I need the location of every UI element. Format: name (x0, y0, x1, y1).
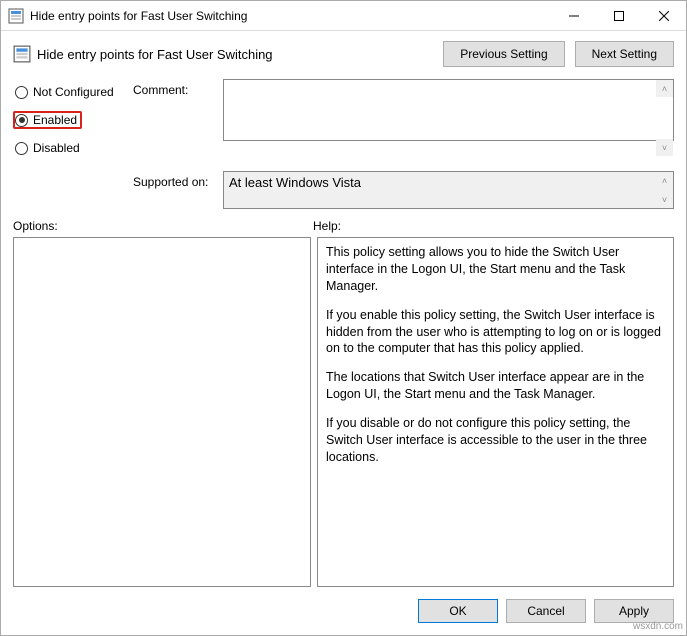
help-text: If you disable or do not configure this … (326, 415, 665, 466)
dialog-window: Hide entry points for Fast User Switchin… (0, 0, 687, 636)
radio-icon (15, 86, 28, 99)
titlebar-text: Hide entry points for Fast User Switchin… (30, 9, 551, 23)
radio-label: Disabled (33, 141, 80, 155)
help-text: The locations that Switch User interface… (326, 369, 665, 403)
help-label: Help: (313, 219, 341, 233)
header-row: Hide entry points for Fast User Switchin… (13, 41, 674, 67)
radio-label: Enabled (33, 113, 77, 127)
supported-on-field: At least Windows Vista (223, 171, 674, 209)
help-text: If you enable this policy setting, the S… (326, 307, 665, 358)
window-controls (551, 1, 686, 30)
previous-setting-button[interactable]: Previous Setting (443, 41, 564, 67)
help-panel: This policy setting allows you to hide t… (317, 237, 674, 587)
minimize-button[interactable] (551, 1, 596, 30)
maximize-button[interactable] (596, 1, 641, 30)
radio-icon (15, 114, 28, 127)
radio-not-configured[interactable]: Not Configured (13, 83, 133, 101)
watermark: wsxdn.com (633, 621, 683, 632)
app-icon (8, 8, 24, 24)
next-setting-button[interactable]: Next Setting (575, 41, 674, 67)
supported-on-value: At least Windows Vista (229, 175, 361, 190)
help-text: This policy setting allows you to hide t… (326, 244, 665, 295)
cancel-button[interactable]: Cancel (506, 599, 586, 623)
options-panel (13, 237, 311, 587)
scrollbar[interactable]: ˄ ˅ (656, 80, 673, 156)
ok-button[interactable]: OK (418, 599, 498, 623)
policy-title: Hide entry points for Fast User Switchin… (37, 47, 443, 62)
close-button[interactable] (641, 1, 686, 30)
options-label: Options: (13, 219, 313, 233)
comment-label: Comment: (133, 83, 188, 97)
scrollbar: ˄ ˅ (656, 172, 673, 208)
titlebar: Hide entry points for Fast User Switchin… (1, 1, 686, 31)
radio-icon (15, 142, 28, 155)
apply-button[interactable]: Apply (594, 599, 674, 623)
content: Hide entry points for Fast User Switchin… (1, 31, 686, 635)
comment-input[interactable] (223, 79, 674, 141)
scroll-up-icon[interactable]: ˄ (656, 80, 673, 97)
radio-disabled[interactable]: Disabled (13, 139, 133, 157)
scroll-up-icon: ˄ (656, 172, 673, 189)
scroll-down-icon: ˅ (656, 191, 673, 208)
supported-on-label: Supported on: (133, 175, 208, 189)
radio-enabled[interactable]: Enabled (13, 111, 82, 129)
radio-label: Not Configured (33, 85, 114, 99)
scroll-down-icon[interactable]: ˅ (656, 139, 673, 156)
footer: OK Cancel Apply (13, 587, 674, 623)
policy-icon (13, 45, 31, 63)
